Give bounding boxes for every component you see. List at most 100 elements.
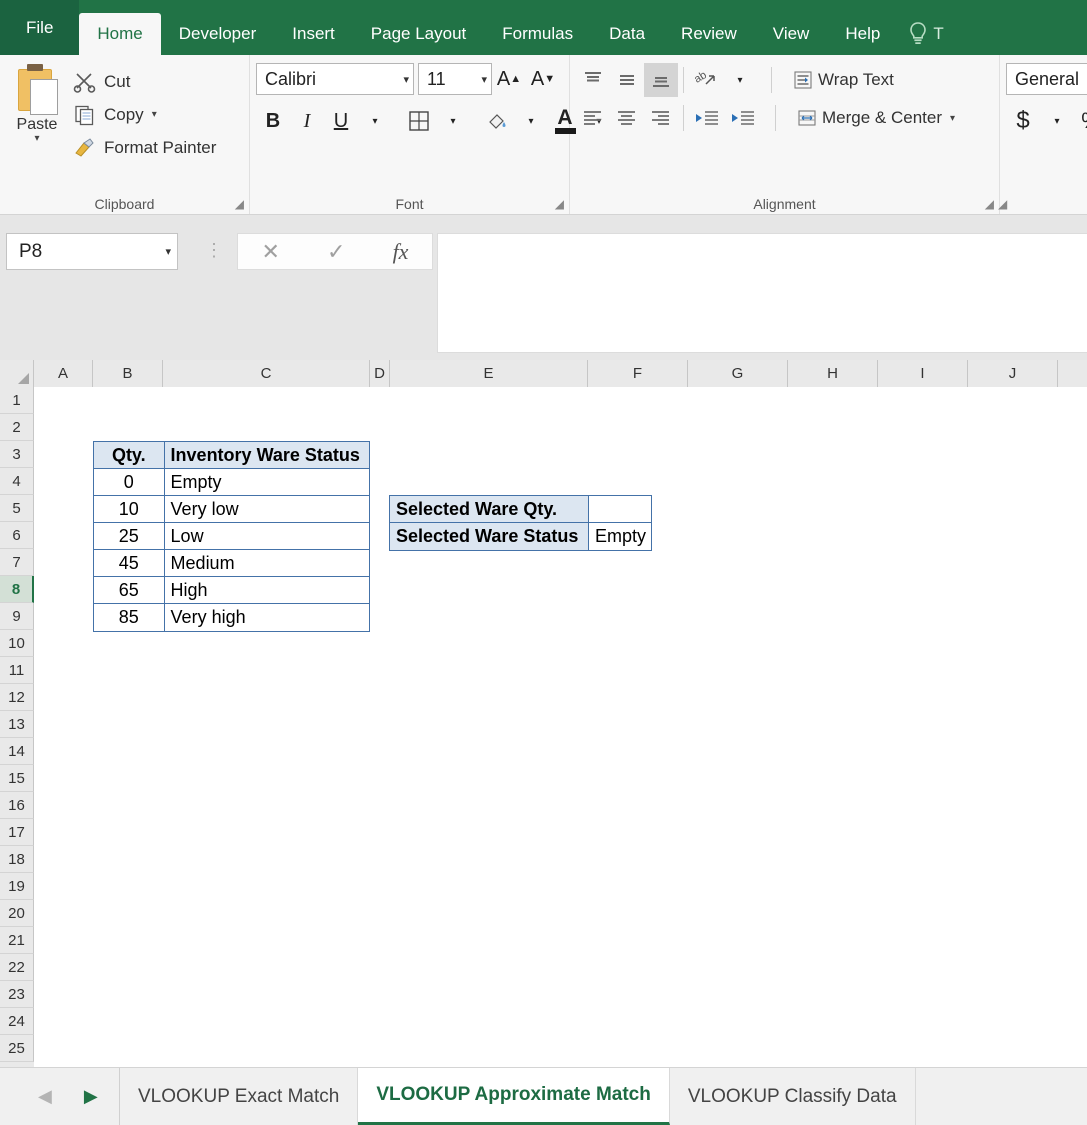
select-all-corner[interactable]: [0, 360, 34, 387]
row-header-24[interactable]: 24: [0, 1008, 34, 1035]
row-header-2[interactable]: 2: [0, 414, 34, 441]
row-header-8[interactable]: 8: [0, 576, 34, 603]
merge-center-button[interactable]: Merge & Center ▾: [790, 101, 961, 135]
column-header-J[interactable]: J: [968, 360, 1058, 387]
qty-cell[interactable]: 65: [94, 577, 164, 604]
result-value-cell[interactable]: [588, 496, 651, 523]
align-right-button[interactable]: [644, 101, 678, 135]
clipboard-dialog-launcher-icon[interactable]: ◢: [235, 197, 244, 211]
qty-cell[interactable]: 85: [94, 604, 164, 631]
font-name-combo[interactable]: Calibri ▾: [256, 63, 414, 95]
formula-input[interactable]: [437, 233, 1087, 353]
sheet-nav-next-icon[interactable]: ▶: [68, 1086, 114, 1107]
copy-dropdown-caret-icon[interactable]: ▾: [152, 109, 157, 120]
merge-center-dropdown-caret-icon[interactable]: ▾: [950, 113, 955, 124]
align-center-button[interactable]: [610, 101, 644, 135]
font-dialog-launcher-icon[interactable]: ◢: [555, 197, 564, 211]
align-bottom-button[interactable]: [644, 63, 678, 97]
wrap-text-button[interactable]: Wrap Text: [786, 63, 900, 97]
borders-button[interactable]: [402, 104, 436, 138]
row-header-16[interactable]: 16: [0, 792, 34, 819]
sheet-nav-prev-icon[interactable]: ◀: [22, 1086, 68, 1107]
shrink-font-button[interactable]: A▼: [526, 62, 560, 96]
row-header-9[interactable]: 9: [0, 603, 34, 630]
column-header-H[interactable]: H: [788, 360, 878, 387]
row-header-15[interactable]: 15: [0, 765, 34, 792]
format-painter-button[interactable]: Format Painter: [68, 131, 224, 164]
row-header-21[interactable]: 21: [0, 927, 34, 954]
qty-cell[interactable]: 10: [94, 496, 164, 523]
row-header-1[interactable]: 1: [0, 387, 34, 414]
sheet-tab-vlookup-approximate-match[interactable]: VLOOKUP Approximate Match: [358, 1068, 670, 1125]
row-header-3[interactable]: 3: [0, 441, 34, 468]
borders-dropdown-caret-icon[interactable]: ▾: [436, 104, 470, 138]
copy-button[interactable]: Copy ▾: [68, 98, 224, 131]
column-header-A[interactable]: A: [34, 360, 93, 387]
number-dialog-launcher-icon[interactable]: ◢: [998, 197, 1007, 211]
row-header-19[interactable]: 19: [0, 873, 34, 900]
column-header-extra[interactable]: [1058, 360, 1087, 387]
increase-indent-button[interactable]: [725, 101, 761, 135]
fill-color-dropdown-caret-icon[interactable]: ▾: [514, 104, 548, 138]
decrease-indent-button[interactable]: [689, 101, 725, 135]
status-cell[interactable]: Very low: [164, 496, 369, 523]
ribbon-tab-review[interactable]: Review: [663, 13, 755, 55]
row-header-7[interactable]: 7: [0, 549, 34, 576]
table-header-cell[interactable]: Qty.: [94, 442, 164, 469]
name-box[interactable]: P8 ▾: [6, 233, 178, 270]
tell-me-box[interactable]: T: [898, 13, 943, 55]
underline-dropdown-caret-icon[interactable]: ▾: [358, 104, 392, 138]
ribbon-tab-file[interactable]: File: [0, 0, 79, 55]
row-header-4[interactable]: 4: [0, 468, 34, 495]
ribbon-tab-view[interactable]: View: [755, 13, 828, 55]
column-header-G[interactable]: G: [688, 360, 788, 387]
currency-dropdown-caret-icon[interactable]: ▾: [1040, 104, 1074, 138]
percent-button[interactable]: %: [1074, 104, 1087, 138]
orientation-dropdown-caret-icon[interactable]: ▾: [723, 63, 757, 97]
ribbon-tab-insert[interactable]: Insert: [274, 13, 353, 55]
column-header-I[interactable]: I: [878, 360, 968, 387]
cut-button[interactable]: Cut: [68, 65, 224, 98]
result-label-cell[interactable]: Selected Ware Status: [390, 523, 588, 550]
row-header-25[interactable]: 25: [0, 1035, 34, 1062]
column-header-C[interactable]: C: [163, 360, 370, 387]
alignment-dialog-launcher-icon[interactable]: ◢: [985, 197, 994, 211]
status-cell[interactable]: Low: [164, 523, 369, 550]
row-header-6[interactable]: 6: [0, 522, 34, 549]
column-header-D[interactable]: D: [370, 360, 390, 387]
result-label-cell[interactable]: Selected Ware Qty.: [390, 496, 588, 523]
row-header-5[interactable]: 5: [0, 495, 34, 522]
currency-button[interactable]: $: [1006, 104, 1040, 138]
fill-color-button[interactable]: [480, 104, 514, 138]
italic-button[interactable]: I: [290, 104, 324, 138]
result-value-cell[interactable]: Empty: [588, 523, 651, 550]
ribbon-tab-help[interactable]: Help: [827, 13, 898, 55]
status-cell[interactable]: High: [164, 577, 369, 604]
ribbon-tab-data[interactable]: Data: [591, 13, 663, 55]
qty-cell[interactable]: 25: [94, 523, 164, 550]
align-top-button[interactable]: [576, 63, 610, 97]
grow-font-button[interactable]: A▲: [492, 62, 526, 96]
status-cell[interactable]: Medium: [164, 550, 369, 577]
ribbon-tab-formulas[interactable]: Formulas: [484, 13, 591, 55]
status-cell[interactable]: Very high: [164, 604, 369, 631]
row-header-11[interactable]: 11: [0, 657, 34, 684]
row-header-13[interactable]: 13: [0, 711, 34, 738]
row-header-17[interactable]: 17: [0, 819, 34, 846]
row-header-12[interactable]: 12: [0, 684, 34, 711]
orientation-button[interactable]: ab: [689, 63, 723, 97]
number-format-combo[interactable]: General: [1006, 63, 1087, 95]
cancel-icon[interactable]: ✕: [262, 239, 280, 265]
column-header-B[interactable]: B: [93, 360, 163, 387]
font-size-combo[interactable]: 11 ▾: [418, 63, 492, 95]
ribbon-tab-page-layout[interactable]: Page Layout: [353, 13, 484, 55]
bold-button[interactable]: B: [256, 104, 290, 138]
row-header-10[interactable]: 10: [0, 630, 34, 657]
qty-cell[interactable]: 45: [94, 550, 164, 577]
align-left-button[interactable]: [576, 101, 610, 135]
paste-button[interactable]: Paste ▾: [6, 61, 68, 165]
cells-area[interactable]: Qty.Inventory Ware Status0Empty10Very lo…: [34, 387, 1087, 1067]
underline-button[interactable]: U: [324, 104, 358, 138]
status-cell[interactable]: Empty: [164, 469, 369, 496]
ribbon-tab-developer[interactable]: Developer: [161, 13, 275, 55]
